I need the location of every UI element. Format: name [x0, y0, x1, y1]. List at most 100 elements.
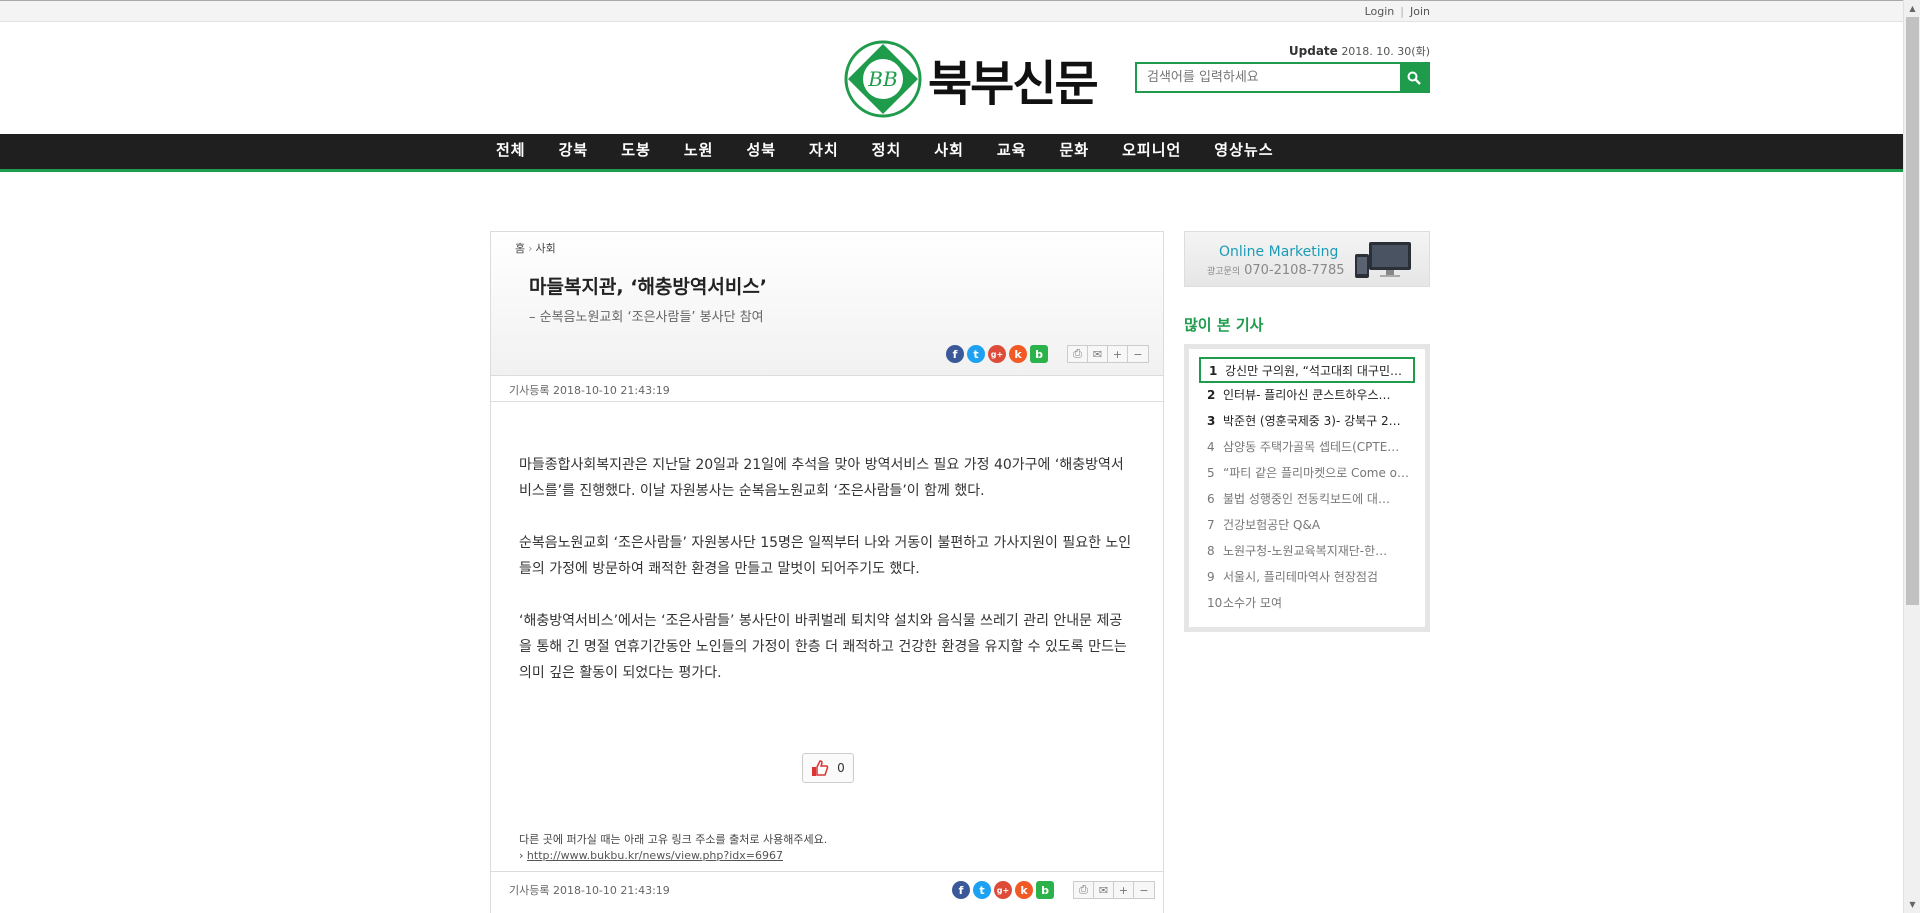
breadcrumb: 홈 › 사회	[515, 240, 556, 256]
popular-item[interactable]: 10 소수가 모여	[1199, 591, 1415, 617]
rank-number: 2	[1207, 388, 1216, 402]
popular-item-title: 건강보험공단 Q&A	[1223, 518, 1321, 532]
rank-number: 4	[1207, 440, 1215, 454]
band-icon[interactable]: b	[1030, 345, 1048, 363]
update-date: Update 2018. 10. 30(화)	[1289, 43, 1430, 59]
popular-item[interactable]: 9 서울시, 플리테마역사 현장점검	[1199, 565, 1415, 591]
facebook-icon[interactable]: f	[946, 345, 964, 363]
page-scrollbar[interactable]: ▲ ▼	[1903, 0, 1920, 913]
nav-item-society[interactable]: 사회	[934, 134, 964, 169]
article-tools: ⎙ ✉ + −	[1067, 345, 1149, 363]
popular-articles-list: 1 강신만 구의원, “석고대죄 대구민… 2 인터뷰- 플리아신 쿤스트하우스… …	[1184, 344, 1430, 632]
search-button[interactable]	[1400, 64, 1428, 91]
twitter-icon[interactable]: t	[967, 345, 985, 363]
nav-item-nowon[interactable]: 노원	[684, 134, 714, 169]
share-toolbar-bottom: f t g+ k b ⎙ ✉ + −	[952, 881, 1155, 899]
content-wrapper: 홈 › 사회 마들복지관, ‘해충방역서비스’ – 순복음노원교회 ‘조은사람들’ …	[490, 231, 1430, 913]
popular-item[interactable]: 5 “파티 같은 플리마켓으로 Come o…	[1199, 461, 1415, 487]
permalink-note: 다른 곳에 퍼가실 때는 아래 고유 링크 주소를 출처로 사용해주세요.	[519, 833, 828, 846]
nav-item-dobong[interactable]: 도봉	[621, 134, 651, 169]
scroll-down-icon[interactable]: ▼	[1904, 896, 1920, 913]
popular-item-title: “파티 같은 플리마켓으로 Come o…	[1223, 466, 1410, 480]
nav-item-gangbuk[interactable]: 강북	[559, 134, 589, 169]
article-subtitle: – 순복음노원교회 ‘조은사람들’ 봉사단 참여	[529, 310, 764, 325]
like-count: 0	[837, 761, 845, 775]
logo-emblem-icon: BB	[844, 40, 922, 118]
popular-item[interactable]: 8 노원구청-노원교육복지재단-한…	[1199, 539, 1415, 565]
nav-item-education[interactable]: 교육	[997, 134, 1027, 169]
rank-number: 8	[1207, 544, 1215, 558]
nav-item-autonomy[interactable]: 자치	[809, 134, 839, 169]
popular-item[interactable]: 7 건강보험공단 Q&A	[1199, 513, 1415, 539]
breadcrumb-arrow: ›	[528, 242, 533, 255]
rank-number: 6	[1207, 492, 1215, 506]
band-icon[interactable]: b	[1036, 881, 1054, 899]
print-icon[interactable]: ⎙	[1068, 346, 1088, 362]
facebook-icon[interactable]: f	[952, 881, 970, 899]
nav-item-video-news[interactable]: 영상뉴스	[1214, 134, 1273, 169]
popular-item-title: 강신만 구의원, “석고대죄 대구민…	[1225, 364, 1402, 378]
zoom-out-icon[interactable]: −	[1134, 882, 1154, 898]
breadcrumb-home[interactable]: 홈	[515, 242, 525, 255]
ad-phone: 070-2108-7785	[1244, 263, 1345, 278]
article-paragraph: 순복음노원교회 ‘조은사람들’ 자원봉사단 15명은 일찍부터 나와 거동이 불…	[519, 535, 1132, 577]
scroll-up-icon[interactable]: ▲	[1904, 0, 1920, 17]
breadcrumb-section[interactable]: 사회	[536, 242, 556, 255]
popular-item[interactable]: 1 강신만 구의원, “석고대죄 대구민…	[1199, 357, 1415, 383]
rank-number: 10	[1207, 596, 1223, 610]
zoom-in-icon[interactable]: +	[1114, 882, 1134, 898]
rank-number: 7	[1207, 518, 1215, 532]
devices-icon	[1353, 240, 1413, 284]
popular-item-title: 노원구청-노원교육복지재단-한…	[1223, 544, 1388, 558]
nav-item-seongbuk[interactable]: 성북	[746, 134, 776, 169]
top-utility-bar: Login | Join	[0, 0, 1920, 22]
article-footer-bar: 기사등록 2018-10-10 21:43:19 f t g+ k b ⎙ ✉ …	[491, 871, 1163, 905]
site-logo[interactable]: BB 북부신문	[844, 40, 1099, 118]
update-label: Update	[1288, 44, 1338, 58]
nav-item-all[interactable]: 전체	[496, 134, 526, 169]
rank-number: 3	[1207, 414, 1216, 428]
login-link[interactable]: Login	[1365, 5, 1395, 18]
popular-item[interactable]: 4 삼양동 주택가골목 셉테드(CPTE…	[1199, 435, 1415, 461]
article-tools: ⎙ ✉ + −	[1073, 881, 1155, 899]
zoom-out-icon[interactable]: −	[1128, 346, 1148, 362]
nav-item-culture[interactable]: 문화	[1059, 134, 1089, 169]
ad-label: 광고문의	[1207, 267, 1241, 277]
nav-item-politics[interactable]: 정치	[872, 134, 902, 169]
rank-number: 1	[1209, 364, 1218, 378]
zoom-in-icon[interactable]: +	[1108, 346, 1128, 362]
twitter-icon[interactable]: t	[973, 881, 991, 899]
permalink-url[interactable]: http://www.bukbu.kr/news/view.php?idx=69…	[527, 849, 783, 862]
article-paragraph: ‘해충방역서비스’에서는 ‘조은사람들’ 봉사단이 바퀴벌레 퇴치약 설치와 음…	[519, 613, 1127, 681]
popular-item-title: 삼양동 주택가골목 셉테드(CPTE…	[1223, 440, 1400, 454]
article-header: 홈 › 사회 마들복지관, ‘해충방역서비스’ – 순복음노원교회 ‘조은사람들’ …	[491, 232, 1163, 376]
share-toolbar-top: f t g+ k b ⎙ ✉ + −	[946, 345, 1149, 363]
like-button[interactable]: 0	[802, 753, 854, 783]
popular-item-title: 소수가 모여	[1223, 596, 1283, 610]
mail-icon[interactable]: ✉	[1088, 346, 1108, 362]
thumbs-up-icon	[812, 760, 829, 776]
popular-item[interactable]: 2 인터뷰- 플리아신 쿤스트하우스…	[1199, 383, 1415, 409]
kakao-story-icon[interactable]: k	[1009, 345, 1027, 363]
popular-item[interactable]: 6 불법 성행중인 전동킥보드에 대…	[1199, 487, 1415, 513]
ad-banner[interactable]: Online Marketing 광고문의 070-2108-7785	[1184, 231, 1430, 287]
google-plus-icon[interactable]: g+	[988, 345, 1006, 363]
mail-icon[interactable]: ✉	[1094, 882, 1114, 898]
join-link[interactable]: Join	[1410, 5, 1430, 18]
article-title: 마들복지관, ‘해충방역서비스’	[529, 276, 768, 298]
scrollbar-thumb[interactable]	[1906, 17, 1919, 605]
popular-item-title: 불법 성행중인 전동킥보드에 대…	[1223, 492, 1390, 506]
google-plus-icon[interactable]: g+	[994, 881, 1012, 899]
search-input[interactable]	[1137, 64, 1400, 91]
popular-item[interactable]: 3 박준현 (영훈국제중 3)- 강북구 2…	[1199, 409, 1415, 435]
sidebar: Online Marketing 광고문의 070-2108-7785 많이 본 …	[1184, 231, 1430, 632]
nav-item-opinion[interactable]: 오피니언	[1122, 134, 1181, 169]
main-nav: 전체 강북 도봉 노원 성북 자치 정치 사회 교육 문화 오피니언 영상뉴스	[0, 134, 1920, 172]
article-paragraph: 마들종합사회복지관은 지난달 20일과 21일에 추석을 맞아 방역서비스 필요…	[519, 457, 1124, 499]
ad-contact: 광고문의 070-2108-7785	[1207, 263, 1345, 278]
logo-text: 북부신문	[928, 56, 1099, 112]
permalink-section: 다른 곳에 퍼가실 때는 아래 고유 링크 주소를 출처로 사용해주세요. › …	[519, 833, 828, 862]
print-icon[interactable]: ⎙	[1074, 882, 1094, 898]
kakao-story-icon[interactable]: k	[1015, 881, 1033, 899]
article-date-top: 기사등록 2018-10-10 21:43:19	[491, 376, 1163, 402]
